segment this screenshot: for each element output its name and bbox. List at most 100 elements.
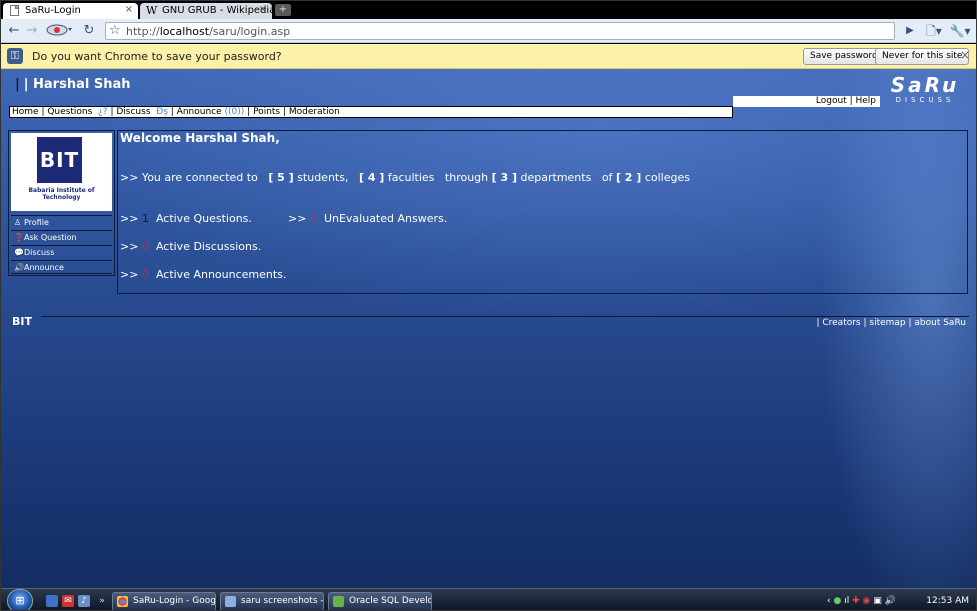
- tab-saru-login[interactable]: SaRu-Login ×: [3, 3, 138, 19]
- announce-badge: ((0)): [224, 107, 245, 117]
- key-icon: ⚿: [7, 48, 23, 64]
- back-icon[interactable]: ←: [7, 23, 21, 39]
- page-menu-icon[interactable]: 🗋▾: [924, 23, 944, 39]
- footer-links[interactable]: | Creators | sitemap | about SaRu: [816, 318, 966, 328]
- sidebar-item-label: Ask Question: [24, 233, 77, 242]
- questions-badge: ¿?: [98, 107, 108, 117]
- media-icon[interactable]: ♪: [78, 595, 90, 607]
- taskbar-screenshots-window[interactable]: saru screenshots - ...: [220, 592, 324, 610]
- colleges-count: [ 2 ]: [615, 171, 642, 184]
- taskbar-button-label: SaRu-Login - Googl...: [133, 596, 216, 606]
- tray-signal-icon[interactable]: ıl: [844, 596, 849, 606]
- logo-title: SaRu: [890, 73, 960, 97]
- departments-count: [ 3 ]: [491, 171, 518, 184]
- departments-label: departments: [520, 171, 592, 184]
- wikipedia-icon: W: [146, 4, 158, 17]
- taskbar-oracle-sql-window[interactable]: Oracle SQL Develop...: [328, 592, 432, 610]
- forward-icon[interactable]: →: [25, 23, 39, 39]
- oracle-sql-icon: [333, 596, 344, 607]
- infobar-message: Do you want Chrome to save your password…: [32, 50, 282, 63]
- nav-points[interactable]: Points: [253, 107, 280, 117]
- tray-security-icon[interactable]: ✚: [852, 596, 860, 606]
- taskbar-chrome-window[interactable]: SaRu-Login - Googl...: [112, 592, 216, 610]
- active-questions-row[interactable]: >> 1 Active Questions.: [120, 212, 252, 225]
- show-desktop-icon[interactable]: [46, 595, 58, 607]
- never-for-this-site-button[interactable]: Never for this site: [875, 48, 970, 65]
- active-discussions-count: 0: [141, 240, 149, 253]
- tray-volume-icon[interactable]: 🔊: [885, 596, 896, 606]
- nav-moderation[interactable]: Moderation: [289, 107, 340, 117]
- tab-close-icon[interactable]: ×: [259, 4, 267, 15]
- arrow-marker: >>: [120, 212, 139, 225]
- active-announcements-row[interactable]: >> 0 Active Announcements.: [120, 268, 286, 281]
- clock[interactable]: 12:53 AM: [926, 592, 969, 610]
- sidebar-item-profile[interactable]: ♙ Profile: [11, 215, 112, 229]
- infobar-close-icon[interactable]: ×: [960, 48, 970, 62]
- students-label: students,: [297, 171, 349, 184]
- arrow-marker: >>: [288, 212, 307, 225]
- tab-close-icon[interactable]: ×: [125, 4, 133, 15]
- user-links[interactable]: Logout | Help: [733, 96, 880, 107]
- windows-taskbar: ⊞ ✉ ♪ » SaRu-Login - Googl... saru scree…: [1, 588, 976, 610]
- bookmark-star-icon[interactable]: ☆: [109, 23, 121, 39]
- college-name: Babaria Institute of Technology: [28, 187, 95, 201]
- tab-title: GNU GRUB - Wikipedia, t...: [162, 5, 272, 16]
- chrome-icon: [117, 596, 128, 607]
- user-name: Harshal Shah: [33, 77, 131, 92]
- chevron-more-icon[interactable]: »: [96, 595, 108, 607]
- arrow-marker: >>: [120, 240, 139, 253]
- college-logo-mark: BIT: [37, 137, 82, 183]
- password-infobar: ⚿ Do you want Chrome to save your passwo…: [1, 44, 976, 69]
- nav-separator: |: [280, 107, 289, 117]
- sidebar-item-label: Discuss: [24, 248, 55, 257]
- start-button[interactable]: ⊞: [7, 589, 33, 610]
- college-logo: BIT Babaria Institute of Technology: [11, 133, 112, 211]
- sidebar-item-discuss[interactable]: 💬Discuss: [11, 245, 112, 259]
- nav-separator: |: [244, 107, 254, 117]
- through-label: through: [444, 171, 489, 184]
- sidebar-item-ask-question[interactable]: ❓Ask Question: [11, 230, 112, 244]
- nav-discuss[interactable]: Discuss: [116, 107, 150, 117]
- screen: SaRu-Login × W GNU GRUB - Wikipedia, t..…: [0, 0, 977, 611]
- person-icon: ♙: [14, 218, 22, 227]
- header-divider: |: [15, 77, 20, 92]
- sidebar-item-announce[interactable]: 🔊Announce: [11, 260, 112, 274]
- faculties-count: [ 4 ]: [358, 171, 385, 184]
- saru-logo[interactable]: SaRu DISCUSS: [890, 75, 960, 105]
- new-tab-button[interactable]: +: [275, 4, 291, 16]
- tray-antivirus-icon[interactable]: ◉: [863, 596, 871, 606]
- url-text[interactable]: http://localhost/saru/login.asp: [126, 25, 290, 38]
- tray-arrow-icon[interactable]: ‹: [827, 596, 831, 606]
- mail-icon[interactable]: ✉: [62, 595, 74, 607]
- unevaluated-label: UnEvaluated Answers.: [323, 212, 448, 225]
- history-dropdown-icon[interactable]: [45, 23, 73, 39]
- browser-toolbar: ← → ↻ ☆ http://localhost/saru/login.asp …: [1, 19, 976, 43]
- url-host: localhost: [159, 25, 210, 38]
- address-bar[interactable]: ☆ http://localhost/saru/login.asp: [105, 22, 895, 40]
- reload-icon[interactable]: ↻: [81, 23, 97, 39]
- wrench-menu-icon[interactable]: 🔧▾: [949, 23, 971, 39]
- active-announcements-count: 0: [141, 268, 149, 281]
- play-icon[interactable]: ▶: [904, 23, 916, 39]
- nav-questions[interactable]: Questions: [47, 107, 92, 117]
- taskbar-button-label: Oracle SQL Develop...: [349, 596, 431, 606]
- welcome-heading: Welcome Harshal Shah,: [120, 131, 280, 145]
- faculties-label: faculties: [387, 171, 435, 184]
- of-label: of: [601, 171, 613, 184]
- tab-gnu-grub[interactable]: W GNU GRUB - Wikipedia, t... ×: [140, 3, 272, 19]
- folder-icon: [225, 596, 236, 607]
- browser-tab-strip: SaRu-Login × W GNU GRUB - Wikipedia, t..…: [1, 1, 976, 19]
- nav-announce[interactable]: Announce: [177, 107, 222, 117]
- active-questions-count: 1: [141, 212, 149, 225]
- active-discussions-row[interactable]: >> 0 Active Discussions.: [120, 240, 261, 253]
- nav-home[interactable]: Home: [12, 107, 39, 117]
- page-icon: [9, 4, 20, 16]
- dashboard-panel: Welcome Harshal Shah, >> You are connect…: [117, 130, 968, 294]
- footer-logo: BIT: [12, 315, 32, 328]
- tray-monitor-icon[interactable]: ▣: [873, 596, 882, 606]
- sidebar-item-label: Profile: [24, 218, 49, 227]
- connection-summary: >> You are connected to [ 5 ] students, …: [120, 171, 690, 184]
- unevaluated-answers-row[interactable]: >> 1 UnEvaluated Answers.: [288, 212, 447, 225]
- save-password-button[interactable]: Save password: [803, 48, 885, 65]
- tray-network-icon[interactable]: ●: [833, 596, 841, 606]
